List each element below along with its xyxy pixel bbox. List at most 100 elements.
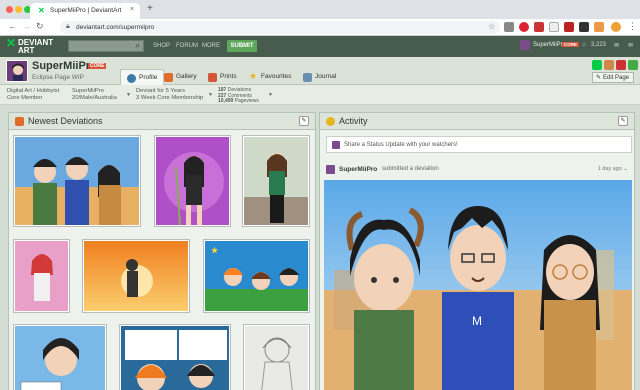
browser-tabbar: ✕ SuperMiiPro | DeviantArt × + <box>0 0 640 19</box>
reload-icon[interactable]: ↻ <box>36 21 44 32</box>
deviation-thumbnail[interactable] <box>14 136 140 226</box>
status-prompt: Share a Status Update with your watchers… <box>344 142 458 148</box>
profile-stats-row: Digital Art / Hobbyist Core Member Super… <box>0 85 640 105</box>
tab-label: Profile <box>139 74 158 81</box>
badge-icon <box>604 60 614 70</box>
chevron-down-icon[interactable]: ▼ <box>208 92 213 98</box>
close-window-button[interactable] <box>6 6 13 13</box>
extension-icon[interactable] <box>564 22 574 32</box>
badge-icon <box>592 60 602 70</box>
tab-gallery[interactable]: Gallery <box>158 69 203 85</box>
tab-label: Gallery <box>176 73 197 80</box>
edit-icon[interactable]: ✎ <box>299 116 309 126</box>
deviation-thumbnail[interactable] <box>14 325 106 390</box>
panel-title: Activity <box>339 116 368 126</box>
back-icon[interactable]: ← <box>8 21 17 31</box>
submit-button[interactable]: SUBMIT <box>227 40 257 52</box>
extension-icon[interactable] <box>534 22 544 32</box>
profile-core-badge: CORE <box>88 63 107 69</box>
chevron-down-icon[interactable]: ⌄ <box>623 166 628 172</box>
user-avatar[interactable] <box>326 165 335 174</box>
tab-label: Journal <box>315 73 337 80</box>
extension-icon[interactable] <box>594 22 604 32</box>
feed-time-text: 1 day ago <box>597 166 622 172</box>
panel-title: Newest Deviations <box>28 116 103 126</box>
profile-avatar-icon[interactable] <box>611 22 621 32</box>
profile-header: SuperMiiPro CORE Eclipse Page WIP Profil… <box>0 57 640 85</box>
new-tab-icon[interactable]: + <box>147 3 153 14</box>
points-icon[interactable]: ⌂ <box>582 42 586 48</box>
feed-time: 1 day ago ⌄ <box>598 166 628 172</box>
star-icon: ★ <box>249 71 258 81</box>
deviantart-logo-icon: ✕ <box>6 36 17 50</box>
panel-header: Newest Deviations ✎ <box>9 113 315 130</box>
extension-icon[interactable] <box>519 22 529 32</box>
user-avatar <box>520 40 530 50</box>
url-field[interactable]: 🔒︎ deviantart.com/supermiipro <box>60 21 500 34</box>
journal-icon <box>303 73 312 82</box>
profile-icon <box>127 74 136 83</box>
edit-page-label: Edit Page <box>603 75 630 81</box>
deviation-thumbnail[interactable]: ~ <box>14 240 69 312</box>
extension-icon[interactable] <box>504 22 514 32</box>
feed-action: submitted a deviation <box>382 166 439 172</box>
nav-shop[interactable]: SHOP <box>153 43 170 49</box>
tab-favourites[interactable]: ★ Favourites <box>243 69 297 85</box>
core-duration: 3 Week Core Membership <box>136 95 204 101</box>
extension-icon[interactable] <box>579 22 589 32</box>
tab-prints[interactable]: Prints <box>202 69 243 85</box>
count-stats: 187 Deviations 227 Comments 10,499 Pagev… <box>218 87 259 105</box>
url-text: deviantart.com/supermiipro <box>76 24 155 31</box>
bookmark-star-icon[interactable]: ☆ <box>488 22 495 31</box>
deviantart-favicon-icon: ✕ <box>38 6 45 15</box>
deviation-thumbnail[interactable] <box>155 136 230 226</box>
tab-label: Favourites <box>261 73 292 80</box>
featured-deviation-image[interactable]: M <box>324 180 632 390</box>
address-bar: ← → ↻ 🔒︎ deviantart.com/supermiipro ☆ ⋮ <box>0 19 640 36</box>
browser-menu-icon[interactable]: ⋮ <box>628 21 637 32</box>
extension-icon[interactable] <box>549 22 559 32</box>
minimize-window-button[interactable] <box>15 6 22 13</box>
deviation-thumbnail[interactable] <box>243 136 309 226</box>
gallery-icon <box>164 73 173 82</box>
feed-username[interactable]: SuperMiiPro <box>339 166 377 173</box>
svg-text:M: M <box>472 314 482 328</box>
profile-tagline: Eclipse Page WIP <box>32 74 85 81</box>
tab-title: SuperMiiPro | DeviantArt <box>50 7 122 14</box>
info-details: 20/Male/Australia <box>72 95 117 101</box>
core-badge: CORE <box>562 42 580 47</box>
deviation-thumbnail[interactable] <box>244 325 309 390</box>
feed-item-header: SuperMiiPro submitted a deviation 1 day … <box>326 165 632 177</box>
status-update-input[interactable]: Share a Status Update with your watchers… <box>326 136 632 153</box>
search-icon[interactable]: ⌕ <box>136 41 140 51</box>
badge-icon <box>616 60 626 70</box>
svg-text:★: ★ <box>211 246 219 255</box>
chevron-down-icon[interactable]: ▼ <box>126 92 131 98</box>
deviation-thumbnail[interactable]: ★ <box>204 240 309 312</box>
activity-icon <box>326 117 335 126</box>
close-tab-icon[interactable]: × <box>130 6 134 13</box>
deviation-thumbnail[interactable] <box>83 240 189 312</box>
deviation-thumbnail[interactable] <box>120 325 230 390</box>
nav-forum[interactable]: FORUM <box>176 43 198 49</box>
user-avatar <box>332 141 340 149</box>
pageviews-count: 10,499 <box>218 98 234 104</box>
edit-page-button[interactable]: ✎ Edit Page <box>592 72 634 83</box>
points-count: 3,223 <box>591 42 607 48</box>
browser-tab[interactable]: ✕ SuperMiiPro | DeviantArt × <box>30 3 140 19</box>
info-username: SuperMiiPro <box>72 88 104 94</box>
pageviews-label: Pageviews <box>234 98 259 104</box>
watch-icon[interactable]: ✉ <box>628 42 633 49</box>
user-info: SuperMiiPro 20/Male/Australia <box>72 88 117 102</box>
nav-more[interactable]: MORE <box>202 43 220 49</box>
notifications-icon[interactable]: ✉ <box>614 42 619 49</box>
profile-avatar[interactable] <box>6 60 28 82</box>
edit-icon[interactable]: ✎ <box>618 116 628 126</box>
forward-icon[interactable]: → <box>22 21 31 31</box>
logo-text-line2: ART <box>18 46 35 55</box>
badge-icon <box>628 60 638 70</box>
chevron-down-icon[interactable]: ▼ <box>268 92 273 98</box>
member-info: Deviant for 5 Years 3 Week Core Membersh… <box>136 88 203 102</box>
search-input[interactable]: ⌕ <box>68 40 144 52</box>
tab-journal[interactable]: Journal <box>297 69 342 85</box>
